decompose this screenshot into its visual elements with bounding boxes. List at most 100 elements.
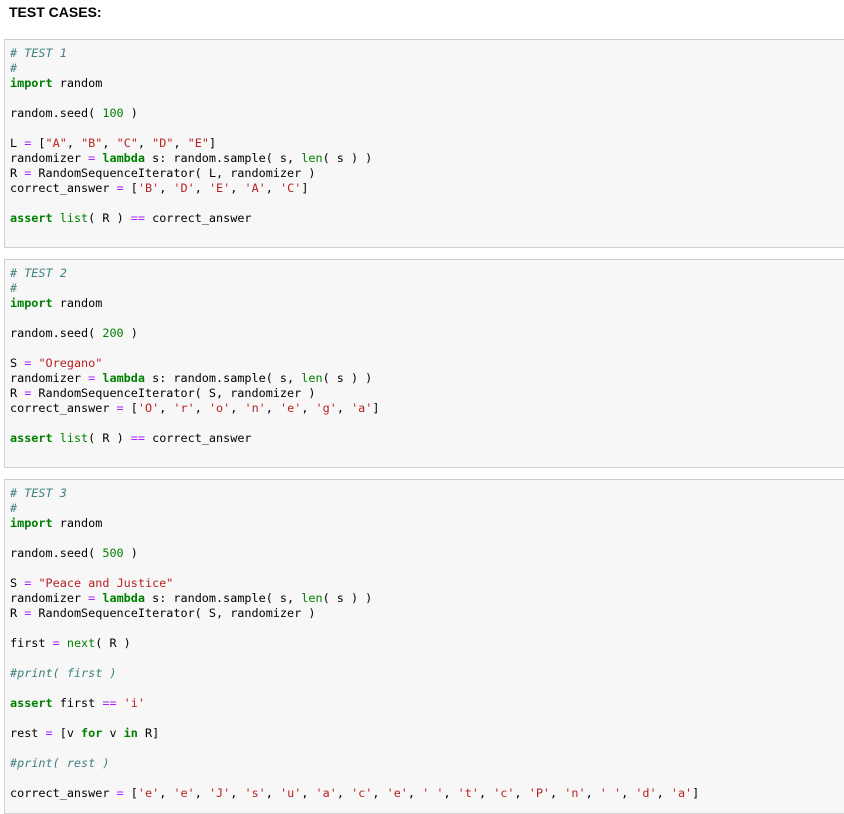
code-token: # TEST 3 [10,486,67,500]
code-token: len [301,591,323,605]
code-token: ] [692,786,700,800]
code-token: == [130,431,145,445]
code-token: 'i' [123,696,145,710]
code-token: 'r' [173,401,195,415]
code-token: randomizer [10,371,89,385]
code-token: RandomSequenceIterator( S, randomizer ) [31,606,316,620]
code-line: S = "Peace and Justice" [10,576,699,591]
code-token: , [265,401,280,415]
code-token: 'e' [137,786,160,800]
code-line: # TEST 1 [10,46,372,61]
code-editor[interactable]: # TEST 1 # import random random.seed( 100 )… [10,46,372,226]
code-token: , [230,786,245,800]
code-token: random [52,296,103,310]
code-cell-test-3[interactable]: # TEST 3 # import random random.seed( 500 )… [4,479,844,814]
code-token: #print( rest ) [10,756,110,770]
code-token: ( s ) ) [322,371,373,385]
code-line: rest = [v for v in R] [10,726,699,741]
code-token: 'O' [137,401,160,415]
code-token: 'n' [564,786,586,800]
code-line: assert list( R ) == correct_answer [10,431,379,446]
code-token: randomizer [10,591,89,605]
code-token: random.seed( [10,326,103,340]
code-token: #print( first ) [10,666,117,680]
code-token: assert [10,211,53,225]
code-token: [ [123,181,138,195]
page-title: TEST CASES: [9,4,102,20]
code-token: 500 [102,546,124,560]
code-cell-test-1[interactable]: # TEST 1 # import random random.seed( 100 )… [4,39,844,248]
code-token: 'C' [280,181,302,195]
code-token: ( s ) ) [322,151,373,165]
code-cell-test-2[interactable]: # TEST 2 # import random random.seed( 200 )… [4,259,844,468]
code-token: = [116,786,124,800]
code-token: for [81,726,103,740]
code-token: [ [31,136,46,150]
code-token: lambda [102,591,145,605]
code-token: , [173,136,188,150]
code-line: random.seed( 200 ) [10,326,379,341]
code-line: # TEST 2 [10,266,379,281]
code-token: ' ' [422,786,444,800]
code-line: # TEST 3 [10,486,699,501]
code-token: 'o' [208,401,231,415]
code-token: "B" [81,136,103,150]
code-token: 'D' [173,181,195,195]
code-token: , [159,401,174,415]
code-line: #print( rest ) [10,756,699,771]
code-token: 'c' [351,786,373,800]
code-token: # TEST 1 [10,46,67,60]
code-line: random.seed( 100 ) [10,106,372,121]
code-line: import random [10,76,372,91]
code-token: "E" [187,136,209,150]
code-token: , [550,786,565,800]
code-token: # [10,61,18,75]
code-token: ) [123,326,138,340]
code-token: 'u' [280,786,302,800]
code-line: randomizer = lambda s: random.sample( s,… [10,371,379,386]
code-token: , [621,786,636,800]
code-line: assert list( R ) == correct_answer [10,211,372,226]
code-token: ) [123,546,138,560]
code-token: , [194,786,209,800]
code-line: # [10,61,372,76]
code-token: ( R ) [88,211,131,225]
code-token: ( R ) [95,636,131,650]
code-token: , [194,181,209,195]
code-token: # [10,501,18,515]
code-token: = [116,181,124,195]
code-line: assert first == 'i' [10,696,699,711]
code-token: len [301,151,323,165]
code-token: , [265,181,280,195]
code-token: randomizer [10,151,89,165]
code-line: #print( first ) [10,666,699,681]
code-token: s: random.sample( s, [144,371,302,385]
code-line: randomizer = lambda s: random.sample( s,… [10,591,699,606]
code-token: , [514,786,529,800]
code-token: first [52,696,103,710]
code-line: S = "Oregano" [10,356,379,371]
code-editor[interactable]: # TEST 3 # import random random.seed( 500 )… [10,486,699,801]
code-token: first [10,636,53,650]
code-token: , [102,136,117,150]
code-editor[interactable]: # TEST 2 # import random random.seed( 200 )… [10,266,379,446]
code-line: # [10,281,379,296]
code-line: L = ["A", "B", "C", "D", "E"] [10,136,372,151]
code-token: 'P' [528,786,551,800]
code-token: # [10,281,18,295]
code-token: , [159,786,174,800]
code-token: L [10,136,25,150]
code-token: import [10,516,53,530]
code-line: correct_answer = ['B', 'D', 'E', 'A', 'C… [10,181,372,196]
code-token: lambda [102,371,145,385]
code-token: len [301,371,323,385]
